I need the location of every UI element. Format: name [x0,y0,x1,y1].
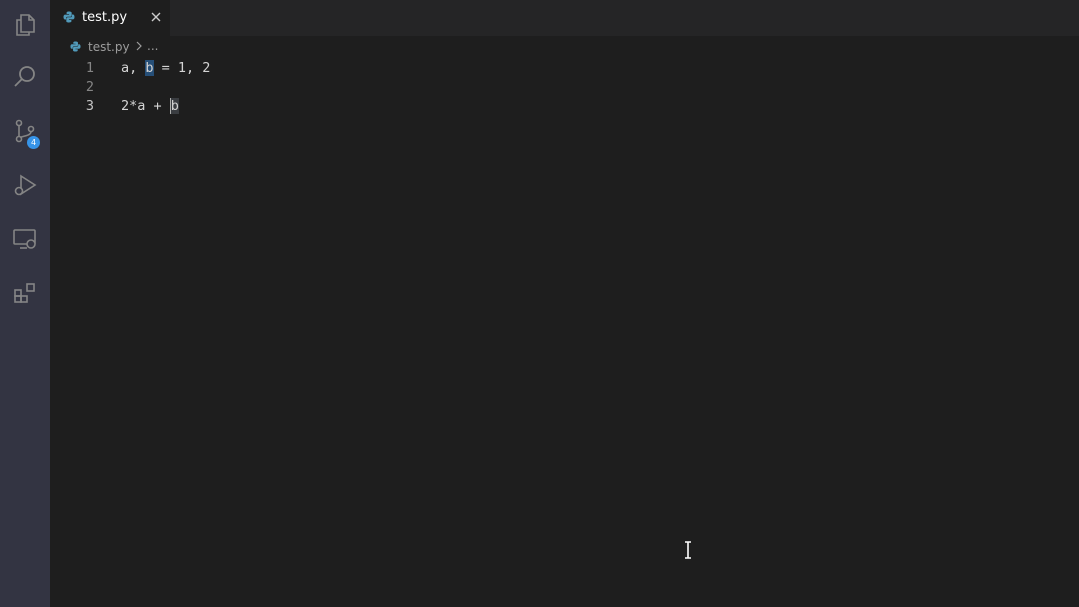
code-line[interactable]: 3 2*a + b [50,97,1079,116]
code-text: 2*a + [121,98,170,114]
breadcrumb: test.py ... [50,36,1079,58]
activity-explorer[interactable] [0,0,50,50]
tab-label: test.py [82,10,128,25]
line-number: 2 [85,79,94,95]
code-line[interactable]: 1 a, b = 1, 2 [50,59,1079,78]
symbol-highlight: b [169,98,179,114]
line-number: 1 [85,60,94,76]
code-line[interactable]: 2 [50,78,1079,97]
activity-bar: 4 [0,0,50,607]
activity-remote-explorer[interactable] [0,214,50,264]
activity-search[interactable] [0,52,50,102]
activity-extensions[interactable] [0,268,50,318]
tab-close-button[interactable] [148,9,164,25]
code-editor[interactable]: 1 a, b = 1, 2 2 3 2*a + b [50,58,1079,607]
line-code: 2*a + b [121,97,179,116]
editor-tab-bar: test.py [50,0,1079,36]
code-text: a, [121,60,146,76]
vscode-window: 4 test.py test.py ... 1 a, b = 1, 2 2 3 … [0,0,1079,607]
line-code: a, b = 1, 2 [121,59,210,78]
activity-run-debug[interactable] [0,160,50,210]
python-file-icon [70,41,81,52]
search-icon [14,66,35,87]
text-cursor-icon [685,541,691,559]
chevron-right-icon [136,41,142,51]
breadcrumb-ellipsis[interactable]: ... [147,39,158,53]
activity-source-control[interactable]: 4 [0,106,50,156]
code-text: = 1, 2 [153,60,211,76]
symbol-highlight: b [145,60,154,76]
explorer-icon [16,14,35,36]
tab-test-py[interactable]: test.py [50,0,170,36]
run-debug-icon [14,174,37,196]
python-file-icon [63,11,75,23]
source-control-badge: 4 [27,136,40,149]
breadcrumb-file[interactable]: test.py [88,40,130,54]
extensions-icon [14,283,35,303]
line-number: 3 [85,98,94,114]
close-icon [151,12,161,22]
remote-explorer-icon [13,229,36,249]
